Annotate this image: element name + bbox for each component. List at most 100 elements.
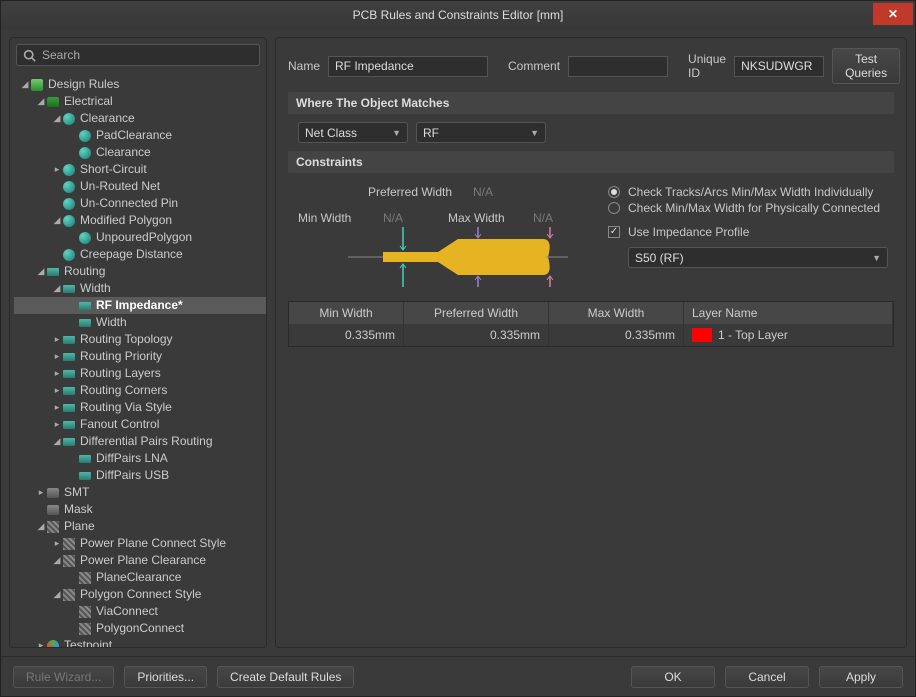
use-impedance-checkbox[interactable]: ✓ Use Impedance Profile <box>608 225 894 239</box>
match-header: Where The Object Matches <box>288 92 894 114</box>
td-max[interactable]: 0.335mm <box>549 324 684 346</box>
tree-label: Differential Pairs Routing <box>80 433 213 450</box>
tree-node[interactable]: Un-Connected Pin <box>14 195 266 212</box>
table-header: Min Width Preferred Width Max Width Laye… <box>289 302 893 324</box>
tree-node[interactable]: PolygonConnect <box>14 620 266 637</box>
tree-label: Routing Corners <box>80 382 167 399</box>
tree-node[interactable]: ◢Electrical <box>14 93 266 110</box>
category-icon <box>62 197 76 211</box>
impedance-profile-dropdown[interactable]: S50 (RF)▼ <box>628 247 888 268</box>
tree-node[interactable]: ◢Width <box>14 280 266 297</box>
tree-node[interactable]: Creepage Distance <box>14 246 266 263</box>
tree-node[interactable]: ◢Polygon Connect Style <box>14 586 266 603</box>
category-icon <box>62 180 76 194</box>
scope-dropdown[interactable]: Net Class▼ <box>298 122 408 143</box>
tree-node[interactable]: DiffPairs USB <box>14 467 266 484</box>
tree-node[interactable]: ◢Routing <box>14 263 266 280</box>
expand-icon: ▸ <box>52 535 62 552</box>
tree-label: Routing Via Style <box>80 399 172 416</box>
expand-icon: ◢ <box>52 212 62 229</box>
td-pref[interactable]: 0.335mm <box>404 324 549 346</box>
tree-node[interactable]: ◢Power Plane Clearance <box>14 552 266 569</box>
category-icon <box>62 350 76 364</box>
tree-label: Mask <box>64 501 93 518</box>
tree-node[interactable]: ▸Routing Topology <box>14 331 266 348</box>
scope-net-value: RF <box>423 126 439 140</box>
rule-wizard-button[interactable]: Rule Wizard... <box>13 666 114 688</box>
tree-node[interactable]: ◢Clearance <box>14 110 266 127</box>
expand-icon: ▸ <box>36 484 46 501</box>
tree-node[interactable]: Mask <box>14 501 266 518</box>
tree-label: Routing Layers <box>80 365 161 382</box>
cancel-button[interactable]: Cancel <box>725 666 809 688</box>
category-icon <box>46 639 60 648</box>
category-icon <box>30 78 44 92</box>
priorities-button[interactable]: Priorities... <box>124 666 207 688</box>
name-input[interactable] <box>328 56 488 77</box>
tree-node[interactable]: RF Impedance* <box>14 297 266 314</box>
rules-tree[interactable]: ◢Design Rules◢Electrical◢ClearancePadCle… <box>10 72 266 647</box>
category-icon <box>78 316 92 330</box>
category-icon <box>62 333 76 347</box>
tree-node[interactable]: ◢Design Rules <box>14 76 266 93</box>
category-icon <box>62 112 76 126</box>
expand-icon: ▸ <box>52 416 62 433</box>
tree-label: ViaConnect <box>96 603 158 620</box>
th-min[interactable]: Min Width <box>289 302 404 324</box>
expand-icon: ◢ <box>52 552 62 569</box>
expand-icon: ◢ <box>52 280 62 297</box>
layer-color-swatch <box>692 328 712 342</box>
search-input[interactable]: Search <box>16 44 260 66</box>
tree-label: Routing Topology <box>80 331 173 348</box>
apply-button[interactable]: Apply <box>819 666 903 688</box>
tree-node[interactable]: ▸Routing Via Style <box>14 399 266 416</box>
tree-node[interactable]: DiffPairs LNA <box>14 450 266 467</box>
body: Search ◢Design Rules◢Electrical◢Clearanc… <box>1 29 915 656</box>
constraint-options: Check Tracks/Arcs Min/Max Width Individu… <box>608 181 894 293</box>
tree-node[interactable]: ▸Routing Layers <box>14 365 266 382</box>
tree-node[interactable]: PlaneClearance <box>14 569 266 586</box>
tree-node[interactable]: ◢Modified Polygon <box>14 212 266 229</box>
min-width-value: N/A <box>383 211 403 225</box>
footer: Rule Wizard... Priorities... Create Defa… <box>1 656 915 696</box>
tree-node[interactable]: Width <box>14 314 266 331</box>
tree-node[interactable]: Clearance <box>14 144 266 161</box>
tree-node[interactable]: UnpouredPolygon <box>14 229 266 246</box>
tree-node[interactable]: ◢Plane <box>14 518 266 535</box>
right-panel: Name Comment Unique ID Test Queries Wher… <box>275 37 907 648</box>
comment-input[interactable] <box>568 56 668 77</box>
td-layer[interactable]: 1 - Top Layer <box>684 324 893 346</box>
th-max[interactable]: Max Width <box>549 302 684 324</box>
table-row[interactable]: 0.335mm 0.335mm 0.335mm 1 - Top Layer <box>289 324 893 346</box>
tree-node[interactable]: ▸Routing Corners <box>14 382 266 399</box>
uid-input[interactable] <box>734 56 824 77</box>
tree-node[interactable]: ▸SMT <box>14 484 266 501</box>
tree-node[interactable]: ◢Differential Pairs Routing <box>14 433 266 450</box>
tree-label: DiffPairs LNA <box>96 450 168 467</box>
window-title: PCB Rules and Constraints Editor [mm] <box>1 8 915 22</box>
check-physically-radio[interactable]: Check Min/Max Width for Physically Conne… <box>608 201 894 215</box>
tree-node[interactable]: ▸Short-Circuit <box>14 161 266 178</box>
tree-node[interactable]: ▸Fanout Control <box>14 416 266 433</box>
category-icon <box>78 571 92 585</box>
tree-node[interactable]: ▸Power Plane Connect Style <box>14 535 266 552</box>
tree-label: Routing <box>64 263 105 280</box>
th-layer[interactable]: Layer Name <box>684 302 893 324</box>
create-defaults-button[interactable]: Create Default Rules <box>217 666 354 688</box>
th-pref[interactable]: Preferred Width <box>404 302 549 324</box>
test-queries-button[interactable]: Test Queries <box>832 48 900 84</box>
comment-label: Comment <box>508 59 560 73</box>
ok-button[interactable]: OK <box>631 666 715 688</box>
tree-label: PlaneClearance <box>96 569 181 586</box>
tree-label: Testpoint <box>64 637 112 647</box>
category-icon <box>62 367 76 381</box>
scope-value-dropdown[interactable]: RF▼ <box>416 122 546 143</box>
tree-node[interactable]: ViaConnect <box>14 603 266 620</box>
tree-node[interactable]: PadClearance <box>14 127 266 144</box>
tree-node[interactable]: ▸Routing Priority <box>14 348 266 365</box>
check-individually-radio[interactable]: Check Tracks/Arcs Min/Max Width Individu… <box>608 185 894 199</box>
tree-node[interactable]: ▸Testpoint <box>14 637 266 647</box>
close-button[interactable]: ✕ <box>873 3 913 25</box>
td-min[interactable]: 0.335mm <box>289 324 404 346</box>
tree-node[interactable]: Un-Routed Net <box>14 178 266 195</box>
